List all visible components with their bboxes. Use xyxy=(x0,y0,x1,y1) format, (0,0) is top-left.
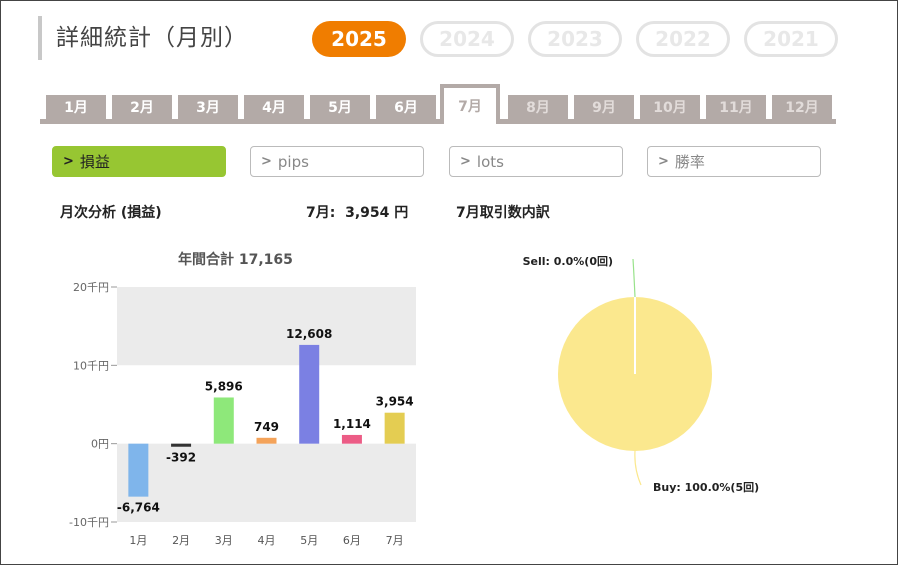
tab-month-2[interactable]: 2月 xyxy=(112,95,172,119)
bar-4[interactable] xyxy=(256,437,277,444)
month-tabs: 1月 2月 3月 4月 5月 6月 7月 8月 9月 10月 11月 12月 xyxy=(40,84,836,124)
year-2025-button[interactable]: 2025 xyxy=(312,21,406,57)
chart-title: 年間合計 17,165 xyxy=(178,252,293,268)
metric-label: pips xyxy=(277,152,309,171)
x-category-label: 3月 xyxy=(215,534,233,547)
sell-leader-line xyxy=(632,258,636,298)
x-category-label: 4月 xyxy=(258,534,276,547)
metric-lots-button[interactable]: > lots xyxy=(449,146,623,177)
bar-value-label: 1,114 xyxy=(333,417,371,431)
bar-value-label: 3,954 xyxy=(376,395,414,409)
metric-label: lots xyxy=(476,152,504,171)
chevron-right-icon: > xyxy=(261,154,272,169)
buy-slice-label: Buy: 100.0%(5回) xyxy=(653,480,759,494)
year-2022-button[interactable]: 2022 xyxy=(636,21,730,57)
trade-breakdown-pie-chart: Sell: 0.0%(0回) Buy: 100.0%(5回) xyxy=(523,254,760,494)
monthly-profit-bar-chart: 20千円 10千円 0円 -10千円 -6,764 1月 -392 2月 5,896 3月 749 4… xyxy=(69,281,416,547)
bar-value-label: 749 xyxy=(254,420,279,434)
x-category-label: 7月 xyxy=(386,534,404,547)
metric-label: 勝率 xyxy=(674,153,705,171)
bar-5[interactable] xyxy=(299,344,320,444)
grid-band xyxy=(117,287,416,366)
bar-2[interactable] xyxy=(171,443,192,447)
buy-leader-line xyxy=(634,450,642,486)
x-category-label: 6月 xyxy=(343,534,361,547)
year-2023-button[interactable]: 2023 xyxy=(528,21,622,57)
tab-month-11[interactable]: 11月 xyxy=(706,95,766,119)
chevron-right-icon: > xyxy=(658,154,669,169)
metric-profit-button[interactable]: > 損益 xyxy=(52,146,226,177)
month-tabs-baseline xyxy=(40,119,836,124)
bar-3[interactable] xyxy=(213,397,234,444)
sell-slice-label: Sell: 0.0%(0回) xyxy=(523,254,613,268)
year-2024-button[interactable]: 2024 xyxy=(420,21,514,57)
x-category-label: 1月 xyxy=(129,534,147,547)
bar-value-label: 12,608 xyxy=(286,327,332,341)
bar-1[interactable] xyxy=(128,443,149,497)
y-tick-label: 10千円 xyxy=(73,359,109,372)
y-tick-label: 20千円 xyxy=(73,281,109,294)
chevron-right-icon: > xyxy=(460,154,471,169)
bar-value-label: 5,896 xyxy=(205,379,243,393)
y-tick-label: -10千円 xyxy=(69,516,109,529)
tab-month-1[interactable]: 1月 xyxy=(46,95,106,119)
monthly-analysis-title: 月次分析 (損益) xyxy=(60,205,162,221)
metric-pips-button[interactable]: > pips xyxy=(250,146,424,177)
chevron-right-icon: > xyxy=(63,154,74,169)
tab-month-5[interactable]: 5月 xyxy=(310,95,370,119)
tab-month-3[interactable]: 3月 xyxy=(178,95,238,119)
bar-6[interactable] xyxy=(341,434,362,444)
x-category-label: 5月 xyxy=(300,534,318,547)
x-category-label: 2月 xyxy=(172,534,190,547)
bar-7[interactable] xyxy=(384,412,405,444)
metric-winrate-button[interactable]: > 勝率 xyxy=(647,146,821,177)
year-selector: 2025 2024 2023 2022 2021 xyxy=(312,21,838,57)
grid-band xyxy=(117,443,416,522)
month-total-value: 7月: 3,954 円 xyxy=(306,205,409,221)
bar-value-label: -392 xyxy=(166,451,196,465)
bar-value-label: -6,764 xyxy=(117,501,160,515)
y-tick-label: 0円 xyxy=(91,438,109,451)
tab-month-7[interactable]: 7月 xyxy=(440,84,500,124)
tab-month-12[interactable]: 12月 xyxy=(772,95,832,119)
tab-month-6[interactable]: 6月 xyxy=(376,95,436,119)
tab-month-9[interactable]: 9月 xyxy=(574,95,634,119)
trade-breakdown-title: 7月取引数内訳 xyxy=(456,205,550,221)
year-2021-button[interactable]: 2021 xyxy=(744,21,838,57)
page-title-block: 詳細統計（月別） xyxy=(38,16,248,60)
tab-month-10[interactable]: 10月 xyxy=(640,95,700,119)
metric-label: 損益 xyxy=(79,153,110,171)
tab-month-8[interactable]: 8月 xyxy=(508,95,568,119)
page-title: 詳細統計（月別） xyxy=(56,25,248,51)
tab-month-4[interactable]: 4月 xyxy=(244,95,304,119)
